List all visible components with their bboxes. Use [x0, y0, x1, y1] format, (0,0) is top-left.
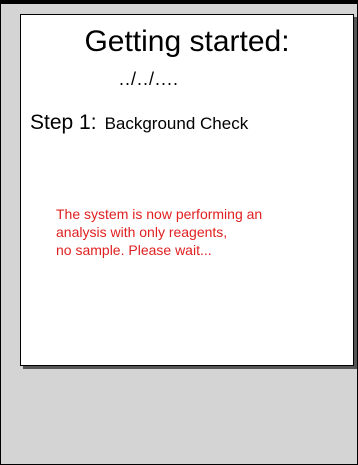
- step-name: Background Check: [104, 114, 249, 133]
- status-message-line-2: analysis with only reagents,: [56, 224, 228, 240]
- status-message-line-1: The system is now performing an: [56, 206, 263, 222]
- date-placeholder: ../../....: [119, 69, 180, 89]
- step-label: Step 1:: [30, 111, 97, 134]
- page-title: Getting started:: [84, 25, 290, 58]
- top-border: [0, 0, 358, 4]
- step-heading: Step 1: Background Check: [30, 111, 248, 136]
- status-message-line-3: no sample. Please wait...: [56, 242, 212, 258]
- getting-started-panel: Getting started: ../../.... Step 1: Backg…: [20, 14, 354, 366]
- status-message: The system is now performing an analysis…: [56, 205, 346, 259]
